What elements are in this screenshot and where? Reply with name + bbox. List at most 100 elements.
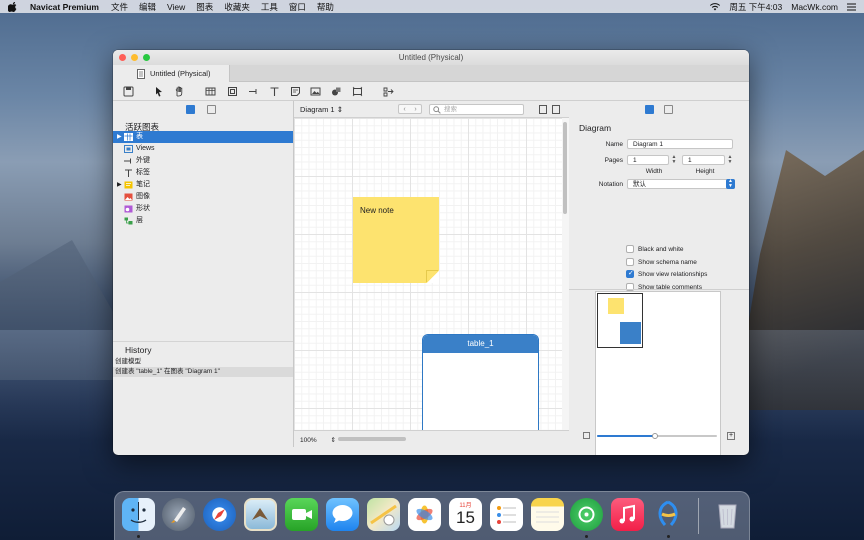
finder-icon[interactable] xyxy=(122,498,155,531)
image-icon[interactable] xyxy=(310,86,321,97)
menu-tools[interactable]: 工具 xyxy=(261,1,278,13)
hand-icon[interactable] xyxy=(174,86,185,97)
messages-icon[interactable] xyxy=(326,498,359,531)
navicat-app-icon[interactable] xyxy=(652,498,685,531)
horizontal-scroll-thumb[interactable] xyxy=(338,437,406,441)
option-show-schema-name[interactable]: Show schema name xyxy=(626,257,697,267)
menu-file[interactable]: 文件 xyxy=(111,1,128,13)
zoom-slider[interactable]: + xyxy=(583,431,735,441)
option-show-view-relationships[interactable]: Show view relationships xyxy=(626,269,707,279)
zoom-knob[interactable] xyxy=(651,433,658,439)
note-icon[interactable] xyxy=(290,86,301,97)
music-icon[interactable] xyxy=(611,498,644,531)
diagram-grid[interactable]: New note table_1 xyxy=(294,118,562,430)
disclosure-triangle-icon[interactable]: ▶ xyxy=(117,179,122,191)
layer-icon[interactable] xyxy=(352,86,363,97)
tree-item-shapes[interactable]: 形状 xyxy=(113,203,293,215)
save-icon[interactable] xyxy=(123,86,134,97)
menu-window[interactable]: 窗口 xyxy=(289,1,306,13)
tree-item-notes[interactable]: ▶ 笔记 xyxy=(113,179,293,191)
tab-untitled-physical[interactable]: Untitled (Physical) xyxy=(113,65,230,82)
tree-item-images[interactable]: 图像 xyxy=(113,191,293,203)
chevron-updown-icon: ⇕ xyxy=(336,105,343,114)
launchpad-icon[interactable] xyxy=(162,498,195,531)
window-titlebar[interactable]: Untitled (Physical) xyxy=(113,50,749,65)
map-route-icon xyxy=(370,504,397,526)
pointer-icon[interactable] xyxy=(153,86,164,97)
overview-viewport[interactable] xyxy=(597,293,643,348)
pages-height-field[interactable]: 1 xyxy=(682,155,725,165)
inspector-tab-info[interactable] xyxy=(664,105,673,114)
tree-item-layers[interactable]: 层 xyxy=(113,215,293,227)
notes-icon[interactable] xyxy=(531,498,564,531)
menu-view[interactable]: View xyxy=(167,2,185,12)
show-view-relationships-checkbox[interactable] xyxy=(626,269,634,278)
history-divider[interactable] xyxy=(113,341,293,342)
wifi-icon[interactable] xyxy=(710,2,721,11)
disclosure-triangle-icon[interactable]: ▶ xyxy=(117,131,122,143)
menu-help[interactable]: 帮助 xyxy=(317,1,334,13)
diagram-name-field[interactable]: Diagram 1 xyxy=(627,139,733,149)
maps-icon[interactable] xyxy=(367,498,400,531)
diagram-selector[interactable]: Diagram 1 ⇕ xyxy=(300,105,343,114)
note-text: New note xyxy=(360,206,394,215)
notation-select[interactable]: 默认 ▲ ▼ xyxy=(627,179,735,189)
search-input[interactable]: 搜索 xyxy=(429,104,524,115)
sidebar-tab-layers[interactable] xyxy=(207,105,216,114)
tree-item-foreign-keys[interactable]: 外键 xyxy=(113,155,293,167)
show-schema-name-checkbox[interactable] xyxy=(626,258,634,266)
table-icon[interactable] xyxy=(205,86,216,97)
tree-item-label: 层 xyxy=(136,217,143,224)
menubar-clock[interactable]: 周五 下午4:03 xyxy=(729,1,782,13)
tree-item-views[interactable]: Views xyxy=(113,143,293,155)
menu-diagram[interactable]: 图表 xyxy=(196,1,213,13)
history-item[interactable]: 创建模型 xyxy=(113,357,293,367)
label-icon[interactable] xyxy=(269,86,280,97)
close-button[interactable] xyxy=(119,54,126,61)
zoom-out-icon[interactable] xyxy=(583,432,590,439)
vertical-scrollbar[interactable] xyxy=(562,118,569,430)
table-object[interactable]: table_1 xyxy=(422,334,539,430)
option-black-and-white[interactable]: Black and white xyxy=(626,244,684,254)
safari-icon[interactable] xyxy=(203,498,236,531)
note-object[interactable]: New note xyxy=(353,197,439,283)
zoom-in-icon[interactable]: + xyxy=(727,432,735,440)
sidebar-tab-objects[interactable] xyxy=(186,105,195,114)
black-and-white-checkbox[interactable] xyxy=(626,245,634,253)
pages-height-stepper[interactable]: ▲ ▼ xyxy=(727,155,733,165)
menu-extras-icon[interactable] xyxy=(847,3,856,11)
inspector-divider xyxy=(569,289,749,290)
view-icon[interactable] xyxy=(227,86,238,97)
back-arrow-icon[interactable]: ‹ xyxy=(403,106,405,113)
photos-icon[interactable] xyxy=(408,498,441,531)
forward-arrow-icon[interactable]: › xyxy=(414,106,416,113)
auto-layout-icon[interactable] xyxy=(383,86,394,97)
zoom-track[interactable] xyxy=(597,433,717,439)
calendar-icon[interactable]: 11月 15 xyxy=(449,498,482,531)
zoom-button[interactable] xyxy=(143,54,150,61)
zoom-selector[interactable]: 100% ⇕ xyxy=(300,436,336,444)
tree-item-tables[interactable]: ▶ 表 xyxy=(113,131,293,143)
facetime-icon[interactable] xyxy=(285,498,318,531)
history-item[interactable]: 创建表 "table_1" 在图表 "Diagram 1" xyxy=(113,367,293,377)
pages-width-field[interactable]: 1 xyxy=(627,155,669,165)
minimize-button[interactable] xyxy=(131,54,138,61)
reminders-icon[interactable] xyxy=(490,498,523,531)
pages-width-stepper[interactable]: ▲ ▼ xyxy=(671,155,677,165)
toggle-left-panel-icon[interactable] xyxy=(539,105,547,114)
navicat-icon[interactable] xyxy=(570,498,603,531)
mail-icon[interactable] xyxy=(244,498,277,531)
object-sidebar: 活跃图表 ▶ 表 Views 外键 标签 ▶ 笔记 图像 形状 层 Histor… xyxy=(113,101,294,447)
menu-edit[interactable]: 编辑 xyxy=(139,1,156,13)
video-camera-icon xyxy=(292,509,312,520)
shape-icon[interactable] xyxy=(331,86,342,97)
toggle-right-panel-icon[interactable] xyxy=(552,105,560,114)
foreign-key-icon[interactable] xyxy=(248,86,259,97)
vertical-scroll-thumb[interactable] xyxy=(563,122,567,214)
app-menu-name[interactable]: Navicat Premium xyxy=(30,2,99,12)
menu-favorites[interactable]: 收藏夹 xyxy=(224,1,250,13)
tree-item-labels[interactable]: 标签 xyxy=(113,167,293,179)
trash-icon[interactable] xyxy=(711,498,744,531)
apple-icon[interactable] xyxy=(8,1,18,12)
inspector-tab-properties[interactable] xyxy=(645,105,654,114)
